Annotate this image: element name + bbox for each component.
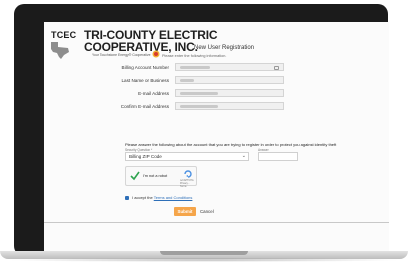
captcha-subtext: reCAPTCHA Privacy - Terms [180, 179, 194, 188]
cancel-link[interactable]: Cancel [200, 207, 214, 216]
terms-prefix: I accept the [132, 195, 154, 200]
redacted-value [180, 79, 194, 82]
checkmark-icon [130, 171, 140, 181]
submit-button[interactable]: Submit [174, 207, 196, 216]
card-icon [274, 65, 279, 70]
touchstone-logo-icon [152, 50, 160, 58]
confirm-email-input[interactable] [175, 102, 284, 110]
laptop-shadow [6, 258, 402, 262]
last-name-label: Last Name or Business [121, 78, 170, 83]
redacted-value [180, 92, 218, 95]
security-question-select[interactable]: Billing ZIP Code ⌄ [125, 152, 249, 161]
recaptcha-box[interactable]: I'm not a robot reCAPTCHA Privacy - Term… [125, 166, 197, 188]
page-intro: Please enter the following information. [162, 54, 227, 58]
account-number-label: Billing Account Number [121, 65, 170, 70]
logo-abbr: TCEC [51, 30, 77, 40]
email-input[interactable] [175, 89, 284, 97]
recaptcha-logo-icon [184, 170, 192, 178]
security-question-value: Billing ZIP Code [129, 154, 162, 159]
texas-map-icon [51, 42, 69, 59]
laptop-notch [160, 251, 248, 255]
redacted-value [180, 66, 210, 69]
account-number-input[interactable] [175, 63, 284, 71]
verify-text: Please answer the following about the ac… [125, 142, 337, 147]
laptop-bezel: TCEC TRI-COUNTY ELECTRIC COOPERATIVE, IN… [14, 4, 389, 256]
chevron-down-icon: ⌄ [241, 153, 246, 159]
redacted-value [180, 105, 218, 108]
terms-link[interactable]: Terms and Conditions [154, 195, 193, 200]
footer-divider [44, 222, 389, 223]
terms-checkbox[interactable] [125, 196, 129, 200]
logo-tagline: Your Touchstone Energy® Cooperative [92, 53, 151, 57]
terms-text: I accept the Terms and Conditions [132, 195, 192, 200]
confirm-email-label: Confirm E-mail Address [120, 104, 169, 109]
last-name-input[interactable] [175, 76, 284, 84]
screen: TCEC TRI-COUNTY ELECTRIC COOPERATIVE, IN… [44, 22, 389, 252]
email-label: E-mail Address [138, 91, 169, 96]
logo-line-2: COOPERATIVE, INC. [84, 40, 198, 54]
page-title: New User Registration [194, 45, 255, 51]
captcha-label: I'm not a robot [143, 174, 168, 178]
answer-input[interactable] [258, 152, 298, 161]
